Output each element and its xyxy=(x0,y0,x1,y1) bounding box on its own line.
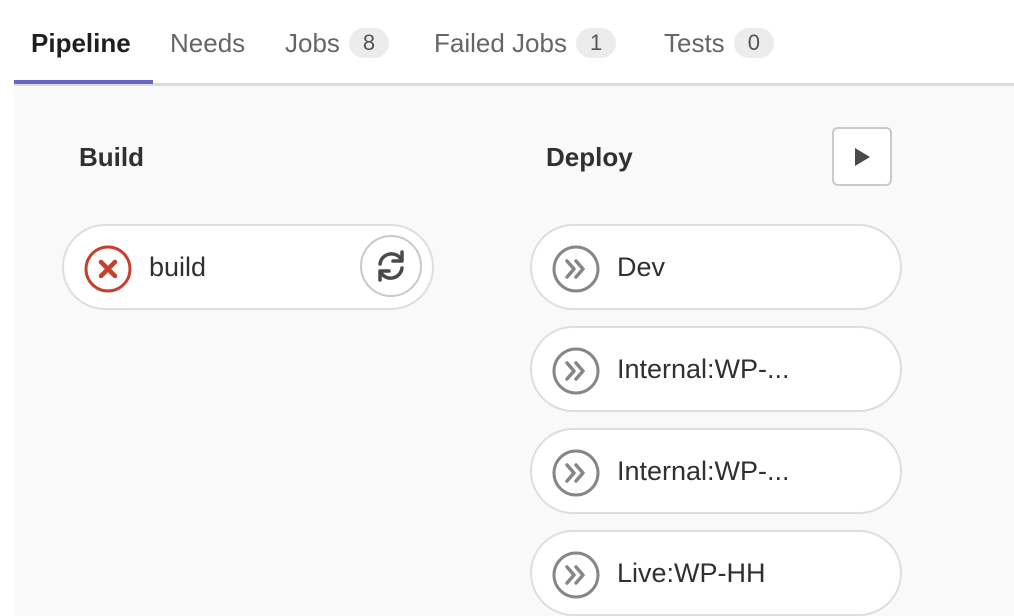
tab-failed-jobs[interactable]: Failed Jobs 1 xyxy=(434,0,617,86)
tab-jobs-label: Jobs xyxy=(285,27,340,58)
play-icon xyxy=(855,147,870,166)
tab-failed-jobs-label: Failed Jobs xyxy=(434,27,567,58)
job-name: Dev xyxy=(617,251,666,282)
job-name: Internal:WP-... xyxy=(617,455,790,486)
tab-pipeline-label: Pipeline xyxy=(31,27,131,58)
job-build[interactable]: build xyxy=(62,224,434,310)
failed-jobs-count-badge: 1 xyxy=(575,28,617,58)
pipeline-page: Pipeline Needs Jobs 8 Failed Jobs 1 Test… xyxy=(0,0,1014,616)
play-stage-button[interactable] xyxy=(832,127,892,186)
pipeline-tabs: Pipeline Needs Jobs 8 Failed Jobs 1 Test… xyxy=(14,0,1014,86)
tests-count-badge: 0 xyxy=(733,28,774,58)
job-internal-wp-1[interactable]: Internal:WP-... xyxy=(530,326,902,412)
skipped-chevrons-icon xyxy=(552,551,600,599)
retry-button[interactable] xyxy=(360,235,422,297)
tab-tests-label: Tests xyxy=(664,27,725,58)
job-name: Internal:WP-... xyxy=(617,353,790,384)
skipped-chevrons-icon xyxy=(552,245,600,293)
tab-pipeline[interactable]: Pipeline xyxy=(31,0,131,86)
job-name: Live:WP-HH xyxy=(617,557,766,588)
pipeline-graph: Build build Deploy Dev Internal:WP-... I… xyxy=(14,86,1014,616)
skipped-chevrons-icon xyxy=(552,347,600,395)
failed-x-icon xyxy=(84,245,132,293)
jobs-count-badge: 8 xyxy=(348,28,390,58)
retry-icon xyxy=(378,250,404,282)
tab-jobs[interactable]: Jobs 8 xyxy=(285,0,390,86)
skipped-chevrons-icon xyxy=(552,449,600,497)
stage-title-deploy: Deploy xyxy=(546,142,633,172)
job-live-wp-hh[interactable]: Live:WP-HH xyxy=(530,530,902,616)
tab-needs-label: Needs xyxy=(170,27,246,58)
job-internal-wp-2[interactable]: Internal:WP-... xyxy=(530,428,902,514)
job-dev[interactable]: Dev xyxy=(530,224,902,310)
active-tab-indicator xyxy=(14,80,153,84)
tab-needs[interactable]: Needs xyxy=(170,0,245,86)
tab-tests[interactable]: Tests 0 xyxy=(664,0,774,86)
stage-title-build: Build xyxy=(79,142,144,172)
job-name: build xyxy=(149,251,207,282)
